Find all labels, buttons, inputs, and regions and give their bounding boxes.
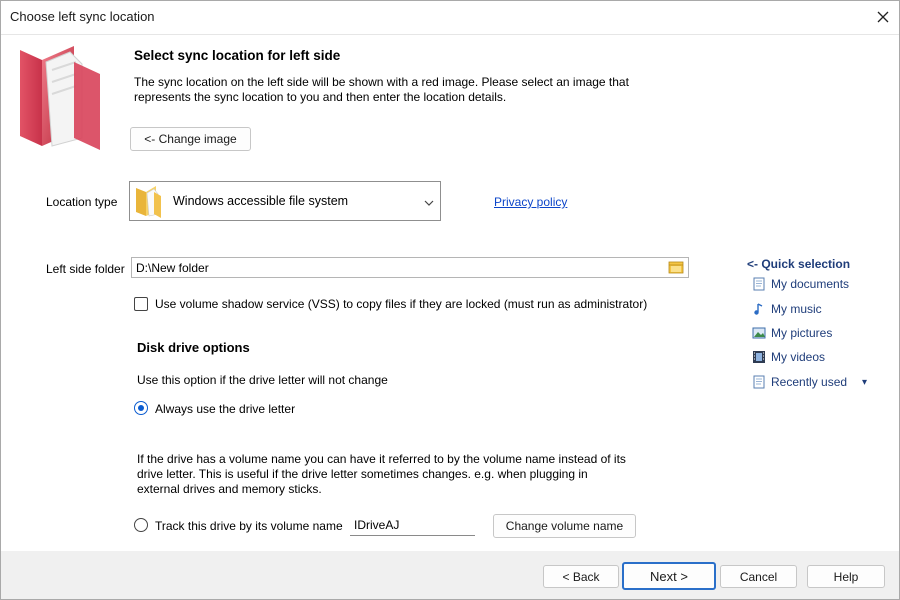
always-drive-letter-label: Always use the drive letter xyxy=(155,402,296,416)
quick-item-label: My pictures xyxy=(771,326,833,340)
change-image-button[interactable]: <- Change image xyxy=(130,127,251,151)
volume-name-value: IDriveAJ xyxy=(354,517,400,532)
open-folder-icon xyxy=(668,261,684,274)
vss-checkbox[interactable] xyxy=(134,297,148,311)
document-icon xyxy=(752,277,766,291)
privacy-policy-link[interactable]: Privacy policy xyxy=(494,195,567,209)
location-type-value: Windows accessible file system xyxy=(173,194,349,208)
volume-info-line-2: drive letter. This is useful if the driv… xyxy=(137,467,588,481)
quick-item-label: My videos xyxy=(771,350,826,364)
volume-name-input[interactable]: IDriveAJ xyxy=(350,514,475,536)
volume-info-line-3: external drives and memory sticks. xyxy=(137,482,322,496)
vss-label: Use volume shadow service (VSS) to copy … xyxy=(155,297,648,311)
window-title: Choose left sync location xyxy=(10,9,155,24)
section-heading: Select sync location for left side xyxy=(134,48,341,63)
disk-options-heading: Disk drive options xyxy=(137,340,250,355)
disk-options-hint: Use this option if the drive letter will… xyxy=(137,373,388,387)
change-volume-name-button[interactable]: Change volume name xyxy=(493,514,636,538)
red-folder-icon xyxy=(12,42,122,152)
quick-item-label: Recently used xyxy=(771,375,848,389)
track-volume-radio[interactable] xyxy=(134,518,148,532)
left-folder-input[interactable]: D:\New folder xyxy=(131,257,689,278)
description-line-1: The sync location on the left side will … xyxy=(134,75,629,89)
quick-item-label: My music xyxy=(771,302,822,316)
description-line-2: represents the sync location to you and … xyxy=(134,90,507,104)
back-button[interactable]: < Back xyxy=(543,565,619,588)
recent-document-icon xyxy=(752,375,766,389)
left-folder-label: Left side folder xyxy=(46,262,125,276)
quick-item-my-videos[interactable]: My videos xyxy=(752,347,825,367)
film-icon xyxy=(752,350,766,364)
next-button[interactable]: Next > xyxy=(622,562,716,590)
close-button[interactable] xyxy=(866,2,900,32)
picture-icon xyxy=(752,326,766,340)
browse-folder-button[interactable] xyxy=(668,260,684,275)
always-drive-letter-radio[interactable] xyxy=(134,401,148,415)
location-type-label: Location type xyxy=(46,195,118,209)
quick-item-my-documents[interactable]: My documents xyxy=(752,274,849,294)
recently-used-dropdown-icon[interactable]: ▾ xyxy=(862,377,867,388)
track-volume-label: Track this drive by its volume name xyxy=(155,519,343,533)
cancel-button[interactable]: Cancel xyxy=(720,565,797,588)
chevron-down-icon xyxy=(424,196,434,210)
quick-item-my-music[interactable]: My music xyxy=(752,299,822,319)
help-button[interactable]: Help xyxy=(807,565,885,588)
quick-item-my-pictures[interactable]: My pictures xyxy=(752,323,832,343)
quick-item-label: My documents xyxy=(771,277,850,291)
location-type-select[interactable]: Windows accessible file system xyxy=(129,181,441,221)
volume-info-line-1: If the drive has a volume name you can h… xyxy=(137,452,626,466)
close-icon xyxy=(877,11,889,23)
left-folder-value: D:\New folder xyxy=(136,260,209,275)
quick-selection-title: <- Quick selection xyxy=(747,257,851,271)
quick-item-recently-used[interactable]: Recently used ▾ xyxy=(752,372,867,392)
folder-icon xyxy=(134,184,162,221)
music-note-icon xyxy=(752,302,766,316)
